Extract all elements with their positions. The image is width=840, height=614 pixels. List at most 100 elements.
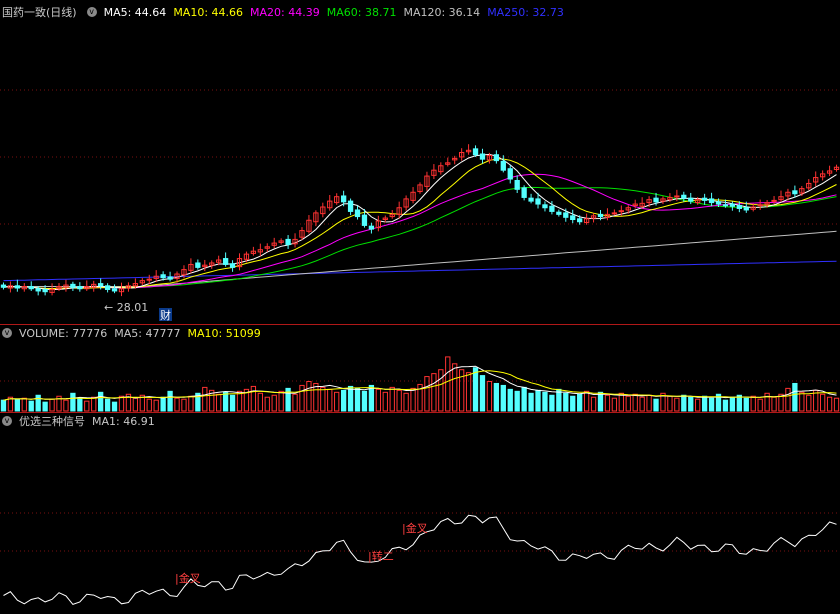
candle bbox=[736, 205, 742, 209]
volume-bar bbox=[278, 390, 284, 412]
candle bbox=[500, 160, 506, 171]
candle bbox=[715, 201, 722, 205]
volume-bar bbox=[493, 382, 500, 412]
candle bbox=[104, 285, 111, 290]
volume-bar bbox=[410, 387, 416, 412]
volume-bar bbox=[507, 388, 513, 412]
volume-bar bbox=[500, 384, 506, 412]
candle bbox=[472, 148, 479, 156]
candle bbox=[111, 288, 118, 292]
volume-bar bbox=[618, 392, 624, 412]
volume-bar bbox=[826, 396, 833, 412]
volume-bar bbox=[639, 396, 645, 412]
volume-bar bbox=[327, 388, 333, 412]
volume-bar bbox=[354, 387, 361, 412]
volume-bar bbox=[785, 387, 791, 412]
volume-bar bbox=[424, 376, 430, 412]
candle bbox=[674, 195, 680, 198]
volume-bar bbox=[771, 396, 777, 412]
volume-bar bbox=[174, 397, 180, 412]
volume-bar bbox=[722, 399, 729, 412]
volume-bar bbox=[438, 369, 444, 412]
volume-bar bbox=[729, 396, 736, 412]
volume-bar bbox=[479, 375, 486, 412]
volume-bar bbox=[514, 390, 520, 412]
candle bbox=[42, 288, 48, 293]
candle bbox=[479, 153, 486, 160]
candle bbox=[521, 187, 527, 198]
candle bbox=[535, 198, 541, 205]
volume-bar bbox=[104, 398, 111, 412]
candle bbox=[743, 207, 749, 211]
volume-bar bbox=[736, 394, 742, 412]
candle bbox=[528, 197, 534, 202]
volume-bar bbox=[49, 398, 55, 412]
volume-bar bbox=[368, 384, 375, 412]
volume-bar bbox=[389, 386, 395, 412]
volume-bar bbox=[604, 394, 611, 412]
candle bbox=[549, 205, 555, 212]
volume-bar bbox=[35, 394, 41, 412]
volume-bar bbox=[306, 381, 312, 412]
volume-ma10-line bbox=[3, 370, 837, 401]
volume-bar bbox=[299, 384, 305, 412]
volume-bar bbox=[521, 386, 527, 412]
candle bbox=[611, 212, 618, 215]
signal-label: |金叉 bbox=[175, 571, 201, 585]
volume-bar bbox=[250, 385, 257, 412]
volume-bar bbox=[375, 388, 381, 412]
volume-bar bbox=[91, 396, 97, 412]
candle bbox=[28, 286, 34, 290]
candle bbox=[708, 198, 715, 204]
volume-bar bbox=[28, 400, 34, 412]
volume-bar bbox=[111, 401, 118, 412]
volume-bar bbox=[14, 398, 21, 412]
candle bbox=[514, 180, 520, 190]
volume-bar bbox=[806, 394, 812, 412]
candle bbox=[361, 214, 368, 226]
signal-label: |金叉 bbox=[402, 521, 428, 535]
volume-bar bbox=[98, 391, 104, 412]
candle bbox=[70, 283, 76, 288]
volume-bar bbox=[472, 367, 479, 412]
volume-bar bbox=[542, 391, 548, 412]
volume-ma5-line bbox=[3, 365, 837, 401]
volume-bar bbox=[556, 388, 562, 412]
volume-bar bbox=[611, 397, 618, 412]
volume-bar bbox=[77, 397, 83, 412]
volume-bar bbox=[549, 394, 555, 412]
volume-bar bbox=[181, 398, 187, 412]
low-price-label: ← 28.01 bbox=[104, 301, 148, 314]
stock-chart[interactable]: ← 28.01 财 |金叉 |转二 |金叉 bbox=[0, 0, 840, 614]
volume-bar bbox=[84, 400, 90, 412]
volume-bar bbox=[264, 396, 270, 412]
candle bbox=[688, 197, 694, 202]
volume-bar bbox=[222, 391, 229, 412]
candle bbox=[507, 168, 513, 180]
volume-bar bbox=[63, 399, 69, 412]
candle bbox=[570, 215, 576, 221]
volume-bar bbox=[445, 356, 451, 412]
candle bbox=[493, 154, 500, 162]
volume-bar bbox=[757, 398, 763, 412]
volume-bar bbox=[674, 397, 680, 412]
volume-bar bbox=[202, 386, 208, 412]
volume-bar bbox=[819, 393, 826, 412]
volume-bar bbox=[431, 373, 437, 412]
volume-bar bbox=[167, 390, 173, 412]
candle bbox=[597, 213, 604, 218]
volume-bar bbox=[701, 395, 708, 412]
volume-bar bbox=[570, 395, 576, 412]
volume-bar bbox=[667, 395, 673, 412]
volume-bar bbox=[320, 386, 326, 412]
volume-bar bbox=[743, 397, 749, 412]
volume-bar bbox=[563, 392, 569, 412]
volume-bar bbox=[597, 391, 604, 412]
volume-bar bbox=[0, 399, 7, 412]
volume-bar bbox=[132, 397, 139, 412]
volume-bar bbox=[646, 394, 652, 412]
volume-bar bbox=[216, 393, 222, 412]
volume-bar bbox=[688, 396, 694, 412]
candle bbox=[701, 197, 708, 201]
volume-bar bbox=[750, 395, 756, 412]
